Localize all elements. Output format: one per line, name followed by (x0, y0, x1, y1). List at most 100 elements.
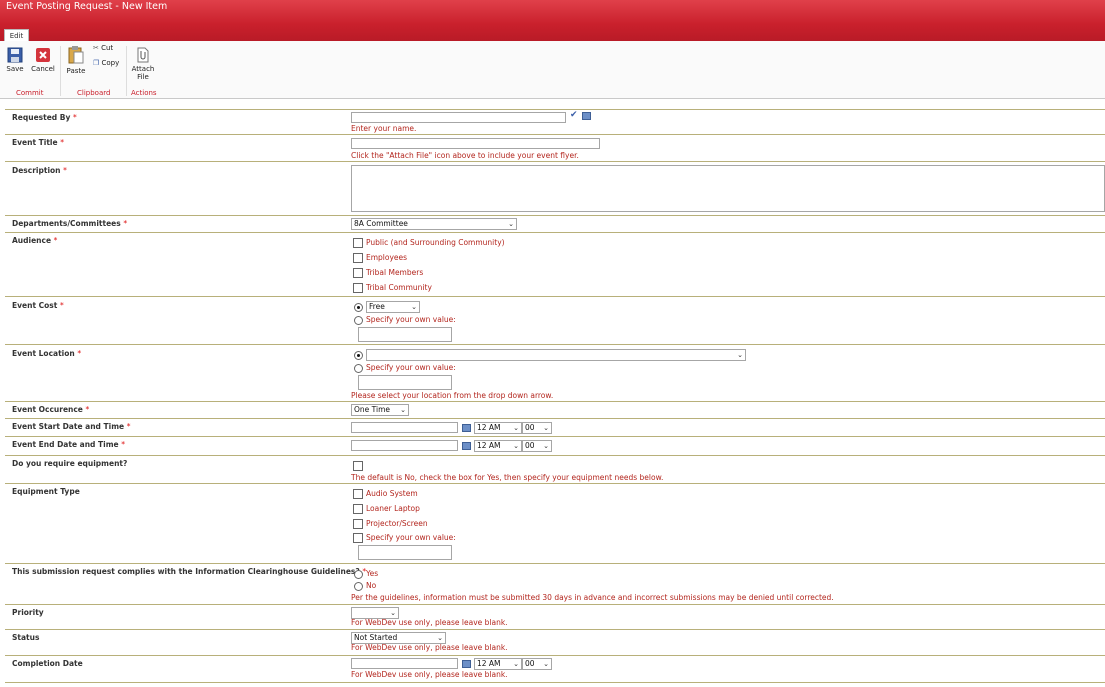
form-row-completion-date: Completion Date (5, 655, 1105, 682)
paste-button[interactable]: Paste (64, 45, 88, 75)
chevron-down-icon: ⌄ (513, 424, 519, 432)
guidelines-yes-label: Yes (366, 569, 379, 578)
form-row-priority: Priority (5, 604, 1105, 629)
attach-file-button[interactable]: Attach File (130, 47, 156, 81)
calendar-icon[interactable] (462, 660, 471, 668)
description-textarea[interactable] (351, 165, 1105, 212)
cancel-icon (36, 48, 50, 62)
field-label: Description * (12, 166, 67, 175)
ribbon-separator (126, 46, 127, 96)
field-label: Event Location * (12, 349, 82, 358)
chevron-down-icon: ⌄ (543, 442, 549, 450)
event-location-own-value-input[interactable] (358, 375, 452, 390)
form-row-status: Status (5, 629, 1105, 655)
field-label: Completion Date (12, 659, 83, 668)
field-label: Equipment Type (12, 487, 80, 496)
field-label: Requested By * (12, 113, 77, 122)
save-button[interactable]: Save (4, 47, 26, 73)
chevron-down-icon: ⌄ (543, 660, 549, 668)
event-location-select[interactable]: ⌄ (366, 349, 746, 361)
event-start-hour-select[interactable]: 12 AM ⌄ (474, 422, 522, 434)
completion-hour-select[interactable]: 12 AM ⌄ (474, 658, 522, 670)
event-location-own-value-label: Specify your own value: (366, 363, 456, 372)
calendar-icon[interactable] (462, 442, 471, 450)
equipment-type-checkbox[interactable] (353, 519, 363, 529)
requested-by-hint: Enter your name. (351, 124, 417, 133)
completion-date-input[interactable] (351, 658, 458, 669)
event-title-input[interactable] (351, 138, 600, 149)
equipment-type-checkbox[interactable] (353, 489, 363, 499)
event-start-minute-select[interactable]: 00 ⌄ (522, 422, 552, 434)
departments-select[interactable]: 8A Committee ⌄ (351, 218, 517, 230)
field-label: Event Start Date and Time * (12, 422, 131, 431)
save-icon (7, 47, 23, 63)
chevron-down-icon: ⌄ (508, 220, 514, 228)
event-cost-own-value-label: Specify your own value: (366, 315, 456, 324)
completion-minute-select[interactable]: 00 ⌄ (522, 658, 552, 670)
copy-button[interactable]: ❐ Copy (93, 59, 119, 67)
event-end-date-input[interactable] (351, 440, 458, 451)
field-label: Departments/Committees * (12, 219, 128, 228)
require-equipment-checkbox[interactable] (353, 461, 363, 471)
event-location-choice-radio[interactable] (354, 351, 363, 360)
cancel-button[interactable]: Cancel (30, 47, 56, 73)
chevron-down-icon: ⌄ (400, 406, 406, 414)
audience-checkbox[interactable] (353, 253, 363, 263)
event-cost-select[interactable]: Free ⌄ (366, 301, 420, 313)
group-label-actions: Actions (131, 89, 157, 97)
form-row-departments: Departments/Committees * (5, 215, 1105, 232)
window-title: Event Posting Request - New Item (6, 1, 168, 12)
field-label: Event Occurence * (12, 405, 90, 414)
audience-checkbox[interactable] (353, 238, 363, 248)
cancel-label: Cancel (31, 65, 55, 73)
equipment-type-option: Projector/Screen (366, 519, 428, 528)
form-row-equipment-type: Equipment Type (5, 483, 1105, 563)
event-end-minute-select[interactable]: 00 ⌄ (522, 440, 552, 452)
chevron-down-icon: ⌄ (737, 351, 743, 359)
cut-button[interactable]: ✂ Cut (93, 44, 113, 52)
event-cost-own-value-radio[interactable] (354, 316, 363, 325)
equipment-own-value-input[interactable] (358, 545, 452, 560)
event-start-date-input[interactable] (351, 422, 458, 433)
equipment-type-checkbox[interactable] (353, 533, 363, 543)
guidelines-yes-radio[interactable] (354, 570, 363, 579)
ribbon-separator (60, 46, 61, 96)
event-cost-choice-radio[interactable] (354, 303, 363, 312)
title-bar: Event Posting Request - New Item Edit (0, 0, 1105, 42)
requested-by-input[interactable] (351, 112, 566, 123)
audience-option: Tribal Members (366, 268, 424, 277)
field-label: Status (12, 633, 40, 642)
event-location-own-value-radio[interactable] (354, 364, 363, 373)
guidelines-no-label: No (366, 581, 377, 590)
equipment-type-option: Specify your own value: (366, 533, 456, 542)
audience-checkbox[interactable] (353, 268, 363, 278)
audience-checkbox[interactable] (353, 283, 363, 293)
chevron-down-icon: ⌄ (513, 442, 519, 450)
cut-label: Cut (101, 44, 114, 52)
completion-hint: For WebDev use only, please leave blank. (351, 670, 508, 679)
copy-icon: ❐ (93, 59, 100, 67)
group-label-clipboard: Clipboard (77, 89, 111, 97)
equipment-type-checkbox[interactable] (353, 504, 363, 514)
audience-option: Employees (366, 253, 408, 262)
check-names-icon[interactable]: ✔ (570, 110, 578, 120)
event-title-hint: Click the "Attach File" icon above to in… (351, 151, 579, 160)
event-occurence-select[interactable]: One Time ⌄ (351, 404, 409, 416)
event-cost-own-value-input[interactable] (358, 327, 452, 342)
field-label: This submission request complies with th… (12, 567, 367, 576)
guidelines-no-radio[interactable] (354, 582, 363, 591)
equipment-type-option: Audio System (366, 489, 418, 498)
field-label: Do you require equipment? (12, 459, 128, 468)
equipment-type-option: Loaner Laptop (366, 504, 420, 513)
form-row-audience: Audience * (5, 232, 1105, 296)
calendar-icon[interactable] (462, 424, 471, 432)
field-label: Audience * (12, 236, 58, 245)
status-hint: For WebDev use only, please leave blank. (351, 643, 508, 652)
attach-file-label: Attach File (131, 65, 155, 81)
require-equipment-hint: The default is No, check the box for Yes… (351, 473, 664, 482)
cut-icon: ✂ (93, 44, 99, 52)
event-end-hour-select[interactable]: 12 AM ⌄ (474, 440, 522, 452)
event-location-hint: Please select your location from the dro… (351, 391, 554, 400)
browse-people-icon[interactable] (582, 112, 591, 120)
field-label: Event End Date and Time * (12, 440, 125, 449)
